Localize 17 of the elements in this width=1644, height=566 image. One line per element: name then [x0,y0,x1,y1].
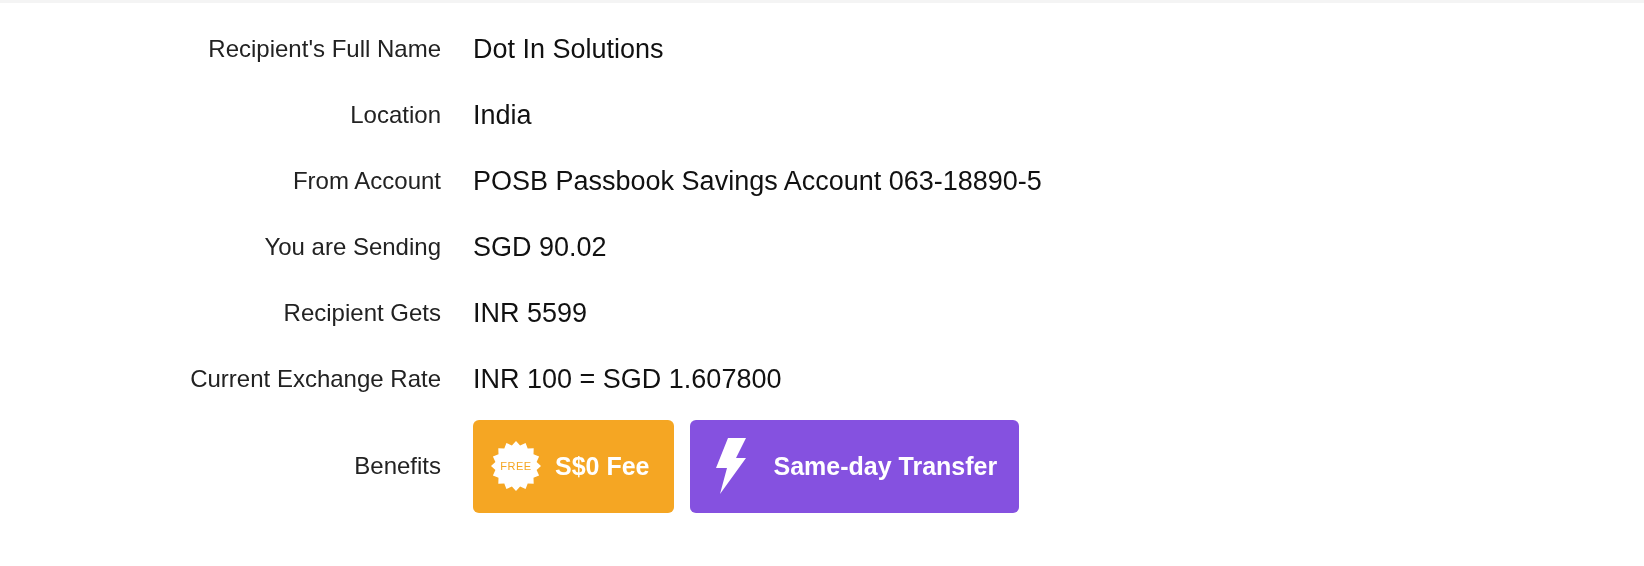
field-label: Recipient's Full Name [207,35,441,63]
field-label: You are Sending [263,233,441,261]
field-label: From Account [291,167,441,195]
field-label: Current Exchange Rate [189,365,441,393]
benefit-text: S$0 Fee [555,451,650,481]
field-value: INR 100 = SGD 1.607800 [473,363,783,395]
field-value: POSB Passbook Savings Account 063-18890-5 [473,165,1043,197]
field-value: Dot In Solutions [473,33,665,65]
field-label: Recipient Gets [282,299,441,327]
field-value: India [473,99,533,131]
field-label: Benefits [353,452,441,480]
lightning-icon [713,438,748,494]
free-seal-icon: FREE [491,441,541,491]
field-value: INR 5599 [473,297,589,329]
field-value: SGD 90.02 [473,231,608,263]
benefit-text: Same-day Transfer [773,451,998,481]
field-label: Location [349,101,441,129]
